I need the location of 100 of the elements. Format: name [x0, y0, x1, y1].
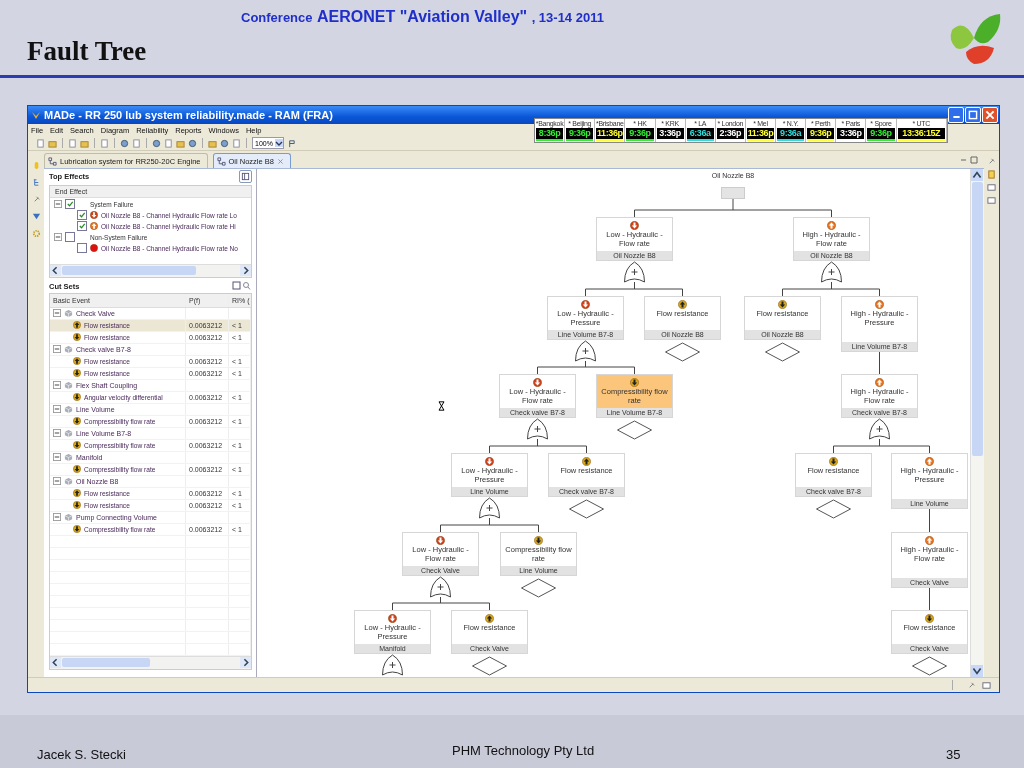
cube-icon [64, 453, 73, 462]
left-arrow-icon[interactable] [50, 657, 61, 669]
pin-icon[interactable] [987, 157, 996, 166]
down-arrow-icon [630, 378, 639, 387]
clock-time: 8:36p [536, 128, 564, 141]
minimize-button[interactable] [948, 107, 964, 123]
collapse-icon[interactable] [53, 477, 61, 486]
collapse-icon[interactable] [53, 429, 61, 438]
connector [879, 351, 880, 375]
collapse-icon[interactable] [54, 233, 62, 242]
collapse-button[interactable] [239, 170, 252, 184]
down-arrow-icon [73, 369, 81, 378]
collapse-icon[interactable] [53, 381, 61, 390]
panel-icon [241, 172, 250, 182]
conference-title: Conference AERONET "Aviation Valley" , 13-14 2011 [241, 8, 604, 26]
pin-icon[interactable] [967, 680, 976, 690]
clock-time: 2:36p [716, 128, 744, 141]
document-icon[interactable] [36, 138, 45, 148]
down-arrow-icon [73, 393, 81, 402]
collapse-icon[interactable] [53, 345, 61, 354]
basic-event-diamond [765, 342, 800, 362]
collapse-icon[interactable] [53, 405, 61, 414]
maximize-button[interactable] [965, 107, 981, 123]
up-arrow-icon [582, 457, 591, 466]
down-arrow-icon [73, 417, 81, 426]
app-icon [31, 110, 41, 120]
checkbox[interactable] [77, 210, 87, 221]
note-icon[interactable] [987, 170, 996, 179]
up-arrow-icon [875, 378, 884, 387]
clock-time: 9:36p [566, 128, 594, 141]
connector [929, 587, 930, 611]
clock-time: 9:36p [626, 128, 654, 141]
gear-icon[interactable] [31, 229, 41, 238]
basic-event-diamond [665, 342, 700, 362]
cube-icon [64, 345, 73, 354]
right-arrow-icon[interactable] [240, 265, 251, 277]
checkbox[interactable] [65, 199, 75, 210]
company-name: PHM Technology Pty Ltd [452, 743, 595, 758]
up-arrow-icon [73, 357, 81, 366]
cube-icon [64, 309, 73, 318]
up-arrow-icon [90, 222, 98, 231]
collapse-icon[interactable] [54, 200, 62, 209]
collapse-icon[interactable] [53, 309, 61, 318]
up-arrow-icon[interactable] [971, 169, 983, 181]
down-arrow-icon [90, 211, 98, 220]
minimize-icon [953, 116, 960, 118]
maximize-icon [967, 109, 979, 121]
folder-icon[interactable] [48, 138, 57, 148]
clock-time: 13:36:15Z [897, 128, 945, 141]
close-button[interactable] [982, 107, 998, 123]
clock-time: 3:36p [837, 128, 865, 141]
basic-event-diamond [521, 578, 556, 598]
down-arrow-icon [925, 614, 934, 623]
dot-icon [90, 244, 98, 253]
clock-time: 6:36a [686, 128, 714, 141]
right-arrow-icon[interactable] [240, 657, 251, 669]
up-arrow-icon [485, 614, 494, 623]
horizontal-scrollbar[interactable] [50, 263, 251, 277]
collapse-icon[interactable] [53, 453, 61, 462]
clock-time: 11:36p [596, 128, 624, 141]
up-arrow-icon [678, 300, 687, 309]
clock-time: 9:36p [867, 128, 895, 141]
cube-icon [64, 381, 73, 390]
basic-event-diamond [617, 420, 652, 440]
flag-icon[interactable] [286, 138, 296, 148]
slide-title: Fault Tree [27, 36, 147, 67]
down-arrow-icon [533, 378, 542, 387]
clock-time: 3:36p [656, 128, 684, 141]
cube-icon [64, 429, 73, 438]
up-arrow-icon [925, 457, 934, 466]
down-arrow-icon [534, 536, 543, 545]
caret-icon [274, 139, 283, 147]
down-arrow-icon [436, 536, 445, 545]
left-arrow-icon[interactable] [50, 265, 61, 277]
collapse-icon[interactable] [53, 513, 61, 522]
window-title: MADe - RR 250 lub system reliability.made - RAM (FRA) [44, 109, 333, 121]
checkbox[interactable] [65, 232, 75, 243]
clock-time: 9:36a [777, 128, 805, 141]
clock-time: 11:36p [746, 128, 774, 141]
down-arrow-icon [73, 441, 81, 450]
vertical-scrollbar[interactable] [970, 169, 984, 677]
down-arrow-icon [388, 614, 397, 623]
basic-event-diamond [816, 499, 851, 519]
down-arrow-icon [73, 525, 81, 534]
figure-icon [216, 156, 226, 166]
down-arrow-icon [630, 221, 639, 230]
page-number: 35 [946, 747, 961, 762]
clock-time: 9:36p [807, 128, 835, 141]
close-icon[interactable] [276, 157, 284, 165]
down-arrow-icon[interactable] [971, 665, 983, 677]
down-arrow-icon [581, 300, 590, 309]
down-arrow-icon [485, 457, 494, 466]
checkbox[interactable] [77, 243, 87, 254]
down-arrow-icon [73, 333, 81, 342]
cube-icon [64, 477, 73, 486]
cube-icon [64, 405, 73, 414]
connector [929, 508, 930, 533]
up-arrow-icon [827, 221, 836, 230]
checkbox[interactable] [77, 221, 87, 232]
down-arrow-icon [73, 465, 81, 474]
